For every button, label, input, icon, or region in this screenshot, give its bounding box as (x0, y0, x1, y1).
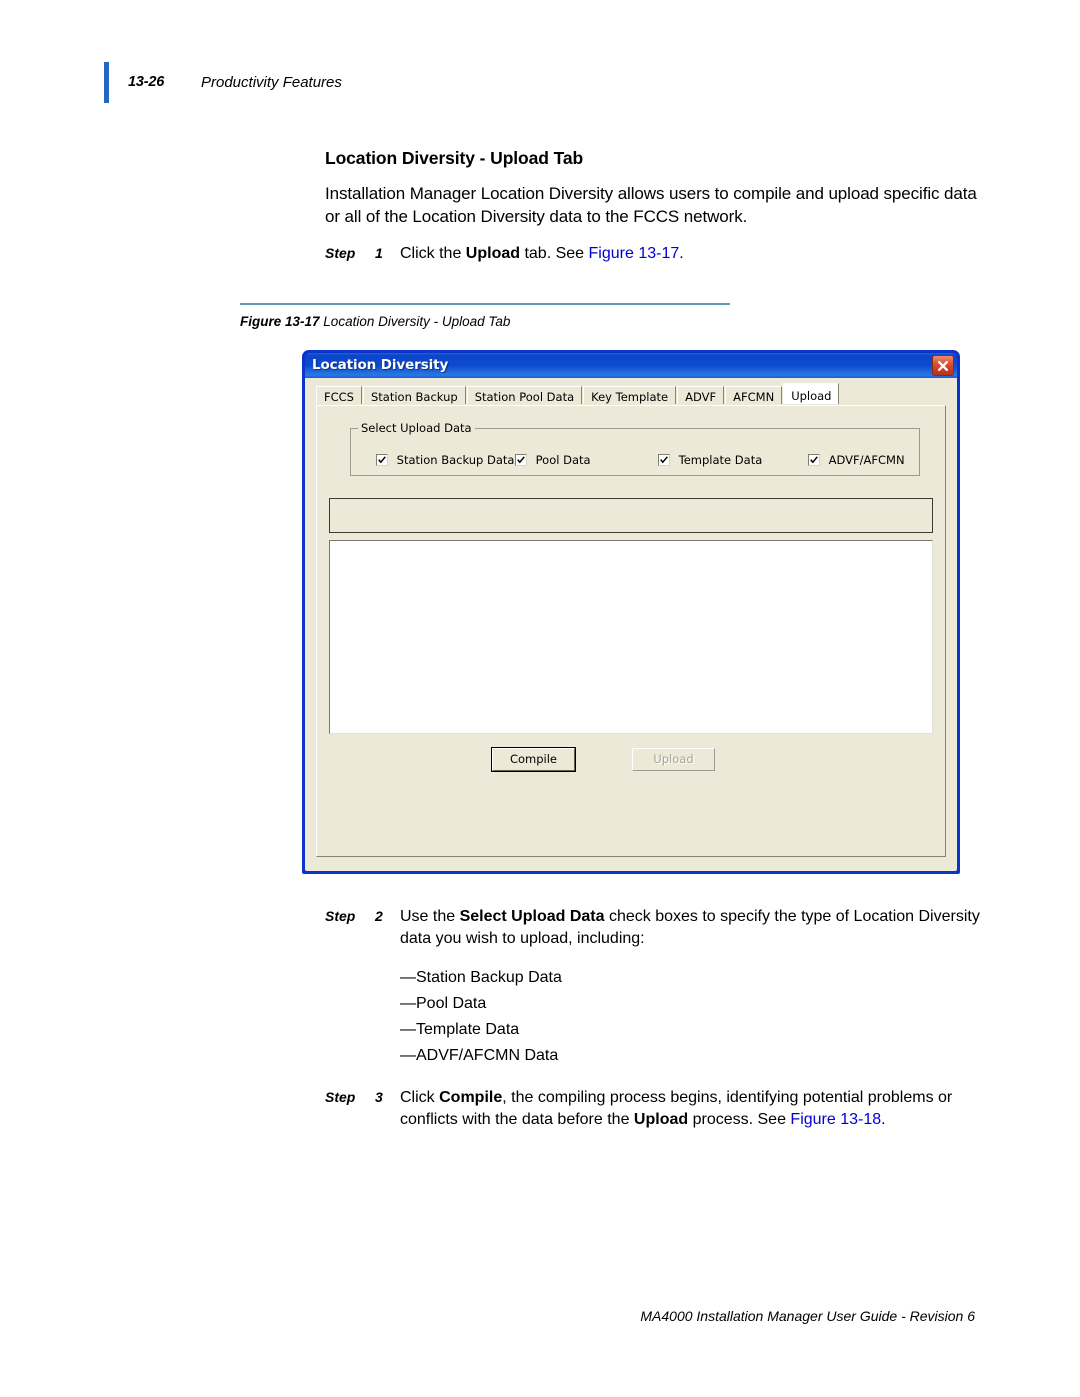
main-content: Location Diversity - Upload Tab Installa… (325, 148, 985, 265)
checkmark-icon (808, 454, 820, 466)
checkbox-station-backup-data-label: Station Backup Data (396, 453, 515, 467)
checkmark-icon (658, 454, 670, 466)
figure-block: Figure 13-17 Location Diversity - Upload… (240, 303, 980, 329)
upload-button: Upload (632, 748, 715, 771)
step-1-bold-upload: Upload (465, 245, 521, 262)
page-footer: MA4000 Installation Manager User Guide -… (640, 1308, 975, 1324)
status-panel (329, 498, 933, 533)
step-2-label: Step (325, 908, 356, 924)
step-3-text: Click Compile, the compiling process beg… (400, 1087, 985, 1130)
step-2-number: 2 (375, 908, 383, 924)
upload-tab-panel: Select Upload Data Station Backup Data P… (316, 405, 946, 857)
tab-upload[interactable]: Upload (783, 383, 840, 404)
tab-upload-label: Upload (791, 389, 832, 403)
step-3-bold-upload: Upload (633, 1110, 689, 1128)
main-content-lower: Step 2 Use the Select Upload Data check … (325, 906, 985, 1130)
list-item: —ADVF/AFCMN Data (400, 1047, 559, 1064)
checkbox-pool-data-label: Pool Data (535, 453, 591, 467)
checkbox-template-data-label: Template Data (678, 453, 763, 467)
results-listbox[interactable] (329, 540, 933, 734)
checkbox-advf-afcmn-label: ADVF/AFCMN (828, 453, 905, 467)
intro-paragraph: Installation Manager Location Diversity … (325, 184, 977, 226)
tab-fccs[interactable]: FCCS (316, 386, 362, 404)
step-1: Step 1 Click the Upload tab. See Figure … (325, 243, 985, 265)
checkmark-icon (515, 454, 527, 466)
tab-afcmn-label: AFCMN (733, 390, 775, 404)
step-1-figure-link[interactable]: Figure 13-17 (589, 245, 680, 262)
checkbox-advf-afcmn[interactable]: ADVF/AFCMN (808, 453, 905, 467)
tab-advf-label: ADVF (685, 390, 717, 404)
list-item: —Station Backup Data (400, 969, 562, 986)
tabstrip: FCCS Station Backup Station Pool Data Ke… (316, 383, 946, 406)
dialog-title: Location Diversity (312, 357, 449, 373)
step-3-text-mid2: process. See (688, 1110, 791, 1128)
step-2-bold-select-upload-data: Select Upload Data (459, 908, 605, 925)
step-3-number: 3 (375, 1089, 383, 1105)
checkbox-station-backup-data[interactable]: Station Backup Data (376, 453, 514, 467)
select-upload-data-legend: Select Upload Data (358, 421, 475, 435)
step-2: Step 2 Use the Select Upload Data check … (325, 906, 985, 1069)
checkbox-template-data[interactable]: Template Data (658, 453, 762, 467)
step-1-text-mid: tab. See (520, 245, 589, 262)
step-2-text: Use the Select Upload Data check boxes t… (400, 906, 985, 949)
step-1-label: Step (325, 245, 356, 261)
step-1-text: Click the Upload tab. See Figure 13-17. (400, 243, 985, 265)
tab-station-backup[interactable]: Station Backup (362, 386, 466, 404)
figure-caption-rule (240, 303, 730, 305)
compile-button[interactable]: Compile (491, 747, 576, 772)
dialog-titlebar[interactable]: Location Diversity (305, 353, 957, 378)
step-3: Step 3 Click Compile, the compiling proc… (325, 1087, 985, 1130)
tab-key-template-label: Key Template (591, 390, 669, 404)
step-2-list: —Station Backup Data —Pool Data —Templat… (400, 965, 985, 1069)
select-upload-data-group: Select Upload Data Station Backup Data P… (350, 421, 920, 476)
running-header-title: Productivity Features (201, 74, 342, 91)
close-icon[interactable] (932, 355, 954, 376)
figure-caption-text: Location Diversity - Upload Tab (323, 314, 511, 329)
step-3-figure-link[interactable]: Figure 13-18 (790, 1111, 881, 1128)
step-3-text-after: . (881, 1110, 886, 1128)
list-item: —Pool Data (400, 995, 487, 1012)
step-1-text-before: Click the (400, 245, 466, 262)
dialog-body: FCCS Station Backup Station Pool Data Ke… (305, 378, 957, 871)
step-3-label: Step (325, 1089, 356, 1105)
checkbox-pool-data[interactable]: Pool Data (515, 453, 591, 467)
page-title: Location Diversity - Upload Tab (325, 148, 584, 168)
step-3-text-before: Click (400, 1089, 440, 1106)
tab-advf[interactable]: ADVF (677, 386, 725, 404)
step-2-text-before: Use the (400, 908, 460, 925)
page-header: 13-26 Productivity Features (104, 62, 944, 104)
tab-station-pool-data[interactable]: Station Pool Data (466, 386, 583, 404)
list-item: —Template Data (400, 1021, 520, 1038)
step-1-number: 1 (375, 245, 383, 261)
header-accent-bar (104, 62, 109, 103)
tab-afcmn[interactable]: AFCMN (725, 386, 783, 404)
step-1-text-after: . (679, 245, 684, 262)
checkmark-icon (376, 454, 388, 466)
tab-fccs-label: FCCS (324, 390, 354, 404)
location-diversity-dialog[interactable]: Location Diversity FCCS Station Backup S… (302, 350, 960, 874)
tab-station-backup-label: Station Backup (370, 390, 458, 404)
step-3-bold-compile: Compile (439, 1089, 503, 1106)
tab-station-pool-data-label: Station Pool Data (474, 390, 575, 404)
page-number: 13-26 (128, 74, 165, 90)
figure-caption: Figure 13-17 Location Diversity - Upload… (240, 314, 980, 329)
figure-caption-label: Figure 13-17 (240, 314, 320, 329)
tab-key-template[interactable]: Key Template (583, 386, 677, 404)
